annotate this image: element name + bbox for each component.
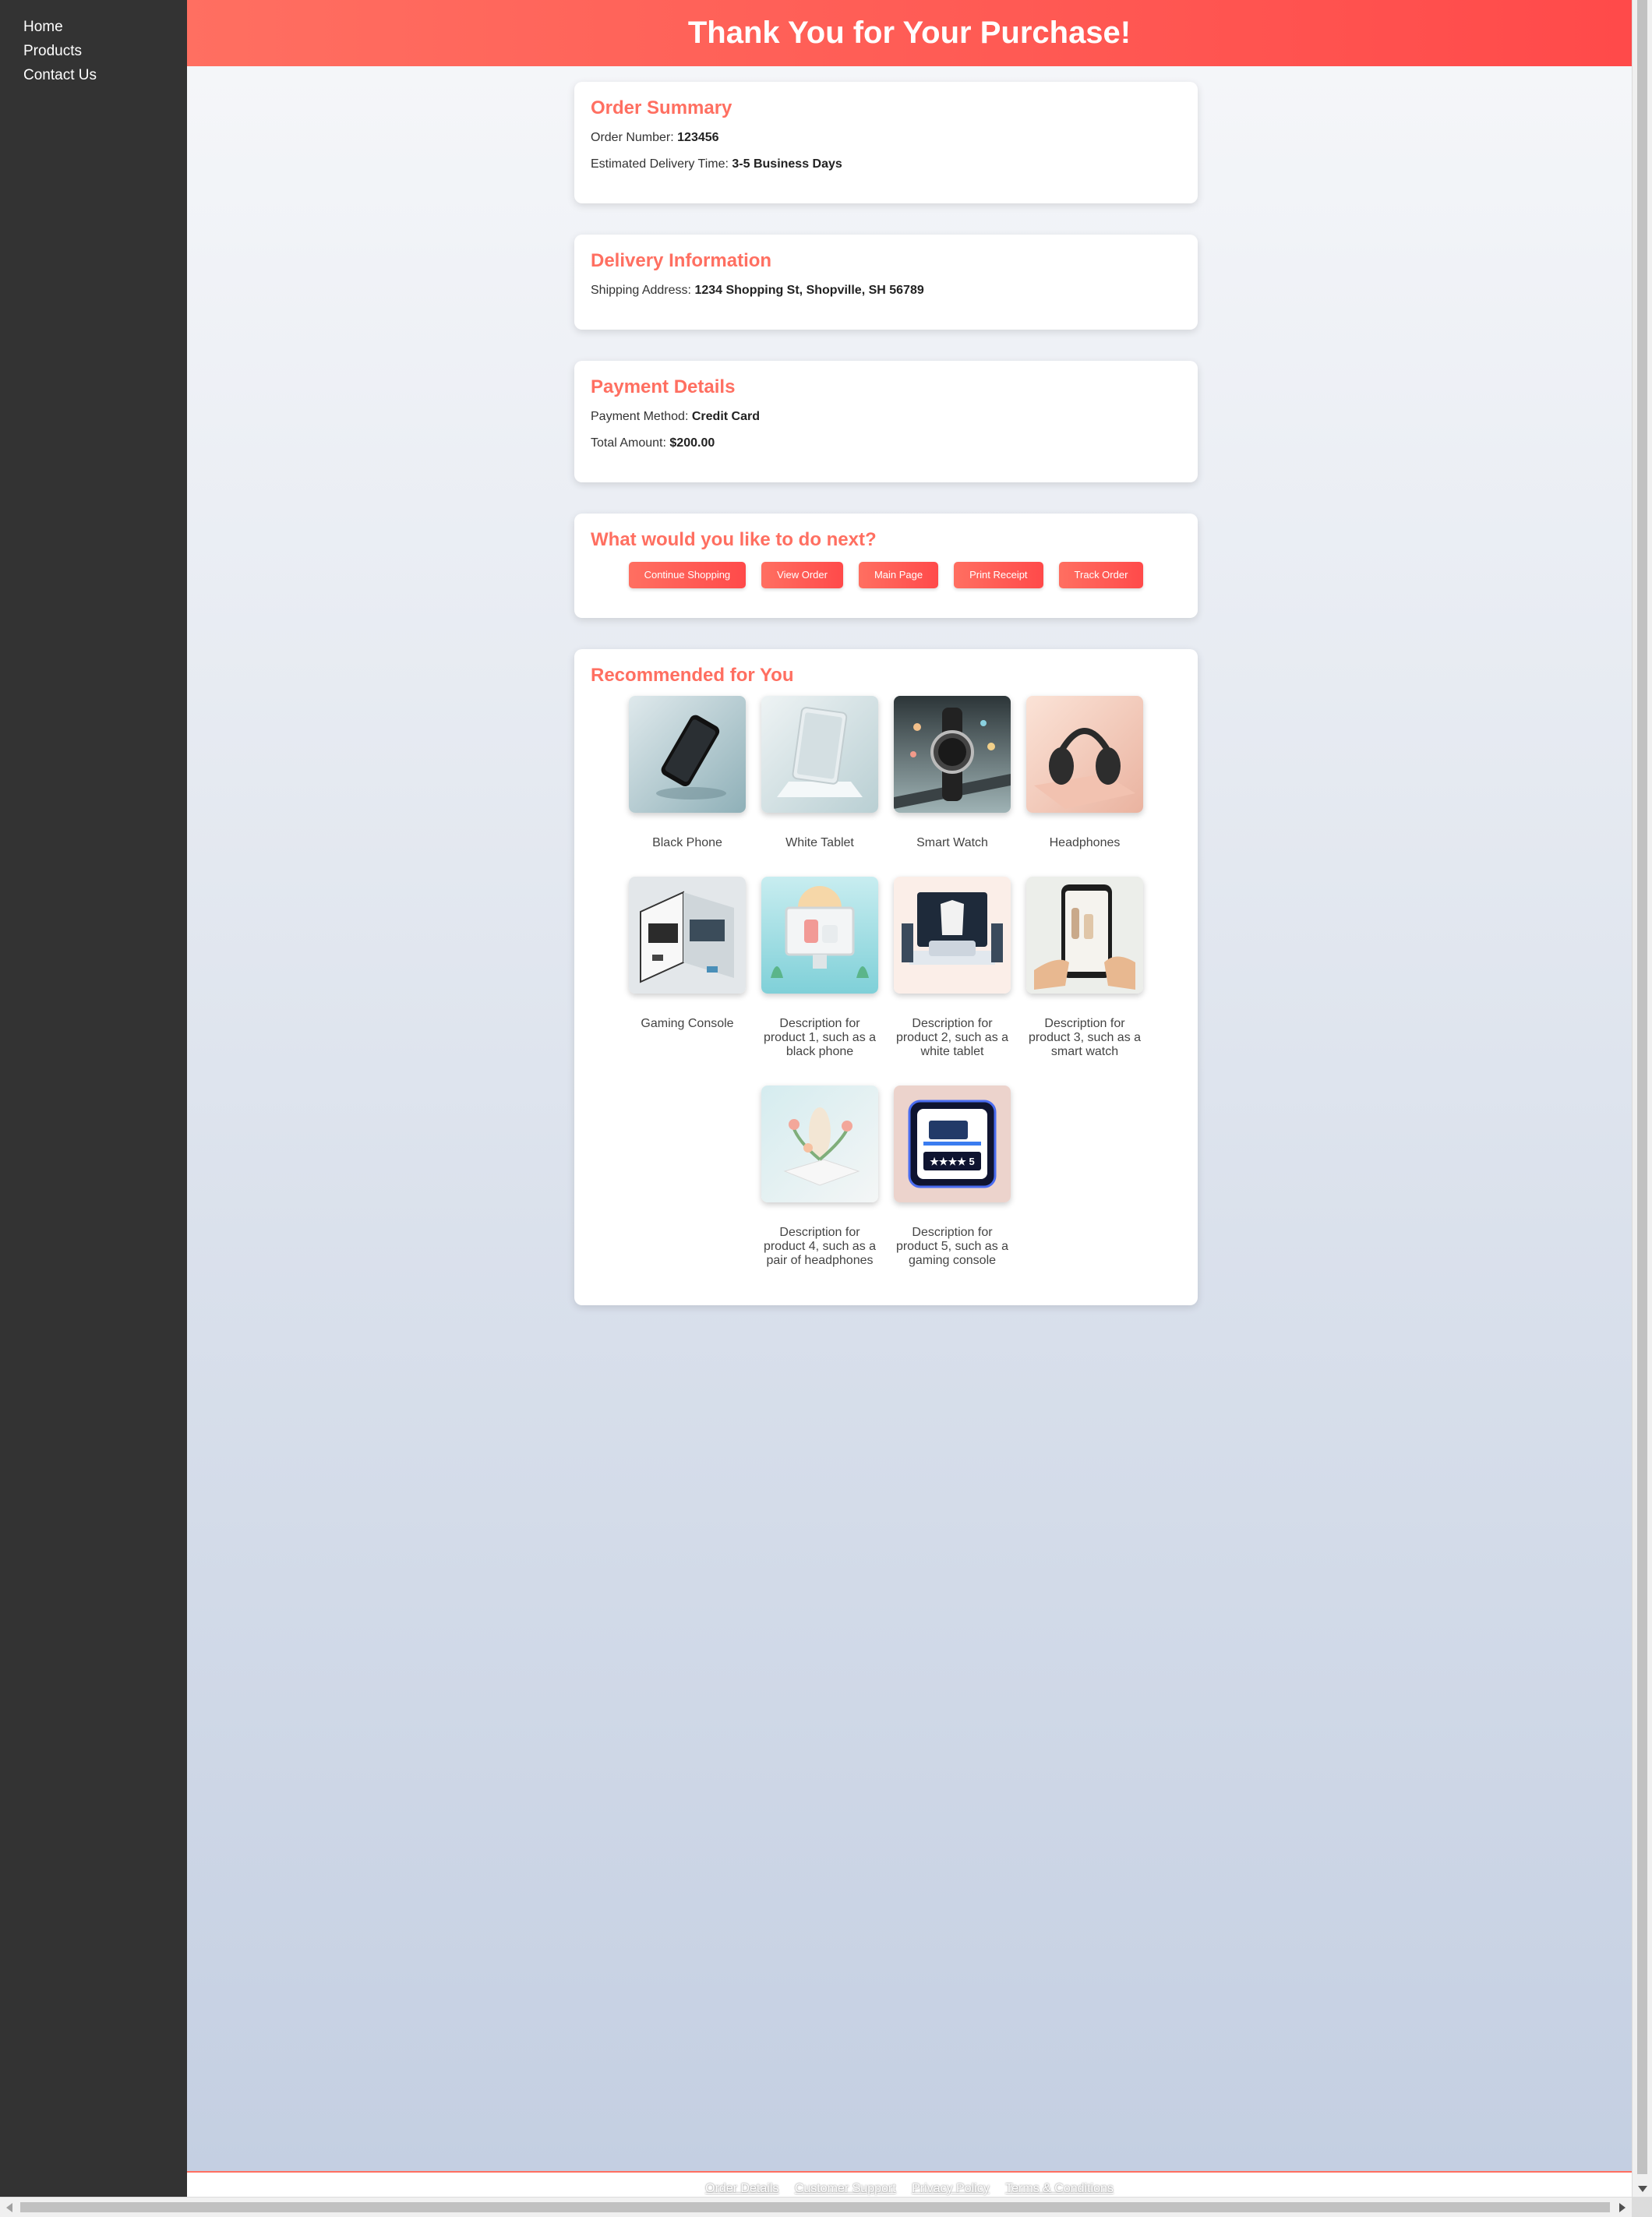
delivery-info-card: Delivery Information Shipping Address: 1…: [574, 235, 1198, 330]
product-card[interactable]: Black Phone: [621, 696, 754, 850]
product-label: Description for product 2, such as a whi…: [895, 1017, 1009, 1058]
scroll-down-arrow-icon[interactable]: [1638, 2186, 1647, 2192]
sidebar-item-products: Products: [23, 43, 187, 59]
product-card[interactable]: Description for product 3, such as a sma…: [1018, 877, 1151, 1059]
delivery-info-heading: Delivery Information: [591, 250, 772, 271]
product-label: Description for product 3, such as a sma…: [1028, 1017, 1142, 1058]
payment-method-value: Credit Card: [691, 410, 760, 423]
product-card[interactable]: Description for product 1, such as a bla…: [754, 877, 886, 1059]
thank-you-banner: Thank You for Your Purchase!: [187, 0, 1632, 66]
horizontal-scrollbar-thumb[interactable]: [20, 2202, 1610, 2212]
footer-link-terms[interactable]: Terms & Conditions: [1005, 2182, 1114, 2195]
payment-method-row: Payment Method: Credit Card: [591, 409, 1181, 424]
room-display-icon: [894, 877, 1011, 994]
shipping-address-row: Shipping Address: 1234 Shopping St, Shop…: [591, 283, 1181, 298]
vertical-scrollbar[interactable]: [1632, 0, 1652, 2197]
flower-vase-icon: [761, 1086, 878, 1202]
desktop-monitor-icon: [761, 877, 878, 994]
product-label: Description for product 4, such as a pai…: [763, 1226, 877, 1267]
order-number-row: Order Number: 123456: [591, 130, 1181, 145]
page-title: Thank You for Your Purchase!: [687, 16, 1131, 50]
product-box-icon: ★★★★ 5: [894, 1086, 1011, 1202]
order-summary-heading: Order Summary: [591, 97, 732, 118]
scroll-left-arrow-icon[interactable]: [6, 2203, 12, 2212]
payment-details-heading: Payment Details: [591, 376, 736, 397]
shipping-address-label: Shipping Address:: [591, 284, 691, 297]
product-label: Gaming Console: [641, 1017, 734, 1030]
order-summary-card: Order Summary Order Number: 123456 Estim…: [574, 82, 1198, 203]
scrollbar-corner: [1632, 2197, 1652, 2217]
sidebar-item-home: Home: [23, 19, 187, 35]
scroll-right-arrow-icon[interactable]: [1619, 2203, 1626, 2212]
product-grid: Black Phone White Tablet Smart Watch Hea…: [621, 696, 1151, 1268]
horizontal-scrollbar[interactable]: [0, 2197, 1632, 2217]
product-card[interactable]: Description for product 2, such as a whi…: [886, 877, 1018, 1059]
product-card[interactable]: Description for product 4, such as a pai…: [754, 1086, 886, 1268]
continue-shopping-button[interactable]: Continue Shopping: [628, 562, 747, 588]
smartwatch-icon: [894, 696, 1011, 813]
product-box-rating-text: ★★★★ 5: [930, 1156, 974, 1167]
product-card[interactable]: ★★★★ 5 Description for product 5, such a…: [886, 1086, 1018, 1268]
sidebar-link-home[interactable]: Home: [23, 19, 63, 35]
sidebar: Home Products Contact Us: [0, 0, 187, 2217]
sidebar-item-contact: Contact Us: [23, 67, 187, 83]
product-label: Description for product 1, such as a bla…: [763, 1017, 877, 1058]
sidebar-link-products[interactable]: Products: [23, 43, 82, 59]
action-buttons: Continue Shopping View Order Main Page P…: [591, 562, 1181, 588]
total-amount-label: Total Amount:: [591, 436, 666, 450]
headphones-icon: [1026, 696, 1143, 813]
main-page-button[interactable]: Main Page: [858, 562, 939, 588]
next-steps-card: What would you like to do next? Continue…: [574, 514, 1198, 618]
payment-method-label: Payment Method:: [591, 410, 689, 423]
product-label: Black Phone: [652, 836, 722, 849]
delivery-time-value: 3-5 Business Days: [732, 157, 842, 171]
view-order-button[interactable]: View Order: [761, 562, 843, 588]
footer-link-privacy-policy[interactable]: Privacy Policy: [912, 2182, 990, 2195]
delivery-time-label: Estimated Delivery Time:: [591, 157, 729, 171]
product-card[interactable]: Headphones: [1018, 696, 1151, 850]
main-content: Thank You for Your Purchase! Order Summa…: [187, 0, 1632, 2173]
product-label: White Tablet: [785, 836, 854, 849]
order-number-label: Order Number:: [591, 131, 674, 144]
order-number-value: 123456: [677, 131, 719, 144]
recommended-card: Recommended for You Black Phone White Ta…: [574, 649, 1198, 1305]
tablet-icon: [761, 696, 878, 813]
print-receipt-button[interactable]: Print Receipt: [954, 562, 1043, 588]
payment-details-card: Payment Details Payment Method: Credit C…: [574, 361, 1198, 482]
product-card[interactable]: White Tablet: [754, 696, 886, 850]
footer-link-customer-support[interactable]: Customer Support: [795, 2182, 896, 2195]
product-label: Smart Watch: [916, 836, 988, 849]
gaming-console-icon: [629, 877, 746, 994]
recommended-heading: Recommended for You: [591, 665, 794, 686]
track-order-button[interactable]: Track Order: [1058, 562, 1144, 588]
phone-icon: [629, 696, 746, 813]
next-steps-heading: What would you like to do next?: [591, 529, 877, 550]
footer-links: Order Details Customer Support Privacy P…: [187, 2182, 1632, 2196]
product-card[interactable]: Smart Watch: [886, 696, 1018, 850]
product-label: Description for product 5, such as a gam…: [895, 1226, 1009, 1267]
smartphone-hand-icon: [1026, 877, 1143, 994]
vertical-scrollbar-thumb[interactable]: [1637, 0, 1647, 2174]
product-card[interactable]: Gaming Console: [621, 877, 754, 1059]
sidebar-menu: Home Products Contact Us: [0, 0, 187, 83]
product-label: Headphones: [1049, 836, 1121, 849]
shipping-address-value: 1234 Shopping St, Shopville, SH 56789: [694, 284, 924, 297]
footer-link-order-details[interactable]: Order Details: [705, 2182, 778, 2195]
total-amount-row: Total Amount: $200.00: [591, 436, 1181, 450]
sidebar-link-contact-us[interactable]: Contact Us: [23, 67, 97, 83]
total-amount-value: $200.00: [669, 436, 715, 450]
delivery-time-row: Estimated Delivery Time: 3-5 Business Da…: [591, 157, 1181, 171]
